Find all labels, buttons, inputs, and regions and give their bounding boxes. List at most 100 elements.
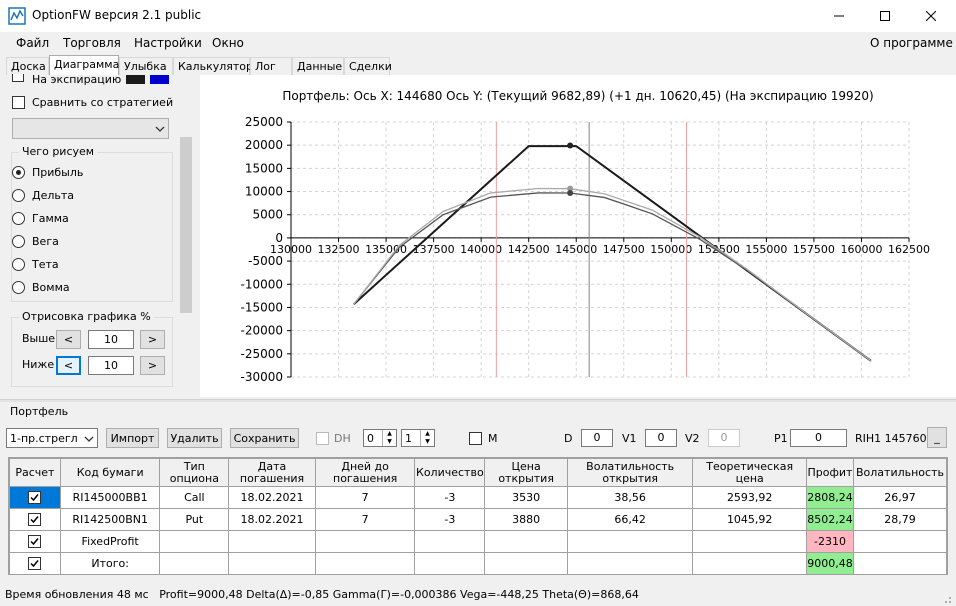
spin1-input[interactable]: 0 ▲ ▼ [363, 429, 397, 447]
minimize-button[interactable] [816, 0, 862, 32]
cell-vol-open[interactable] [566, 552, 694, 574]
strategy-select[interactable]: 1-пр.стрегл [6, 428, 98, 448]
table-row[interactable]: RI142500BN1 Put 18.02.2021 7 -3 3880 66,42 1045… [9, 508, 947, 531]
column-header-10[interactable]: Профит [806, 458, 854, 487]
cell-days[interactable] [314, 552, 416, 574]
checked-icon[interactable] [28, 535, 42, 549]
checked-icon[interactable] [28, 491, 42, 505]
radio-4[interactable] [12, 235, 25, 248]
cell-qty[interactable] [414, 530, 486, 553]
column-header-6[interactable]: Количество [414, 458, 486, 487]
minimize-panel-button[interactable]: _ [927, 427, 947, 448]
column-header-8[interactable]: Волатильность открытия [566, 458, 694, 487]
cell-vol[interactable]: 26,97 [852, 486, 947, 509]
cell-theo[interactable] [692, 530, 807, 553]
cell-vol[interactable]: 28,79 [852, 508, 947, 531]
compare-checkbox[interactable] [12, 96, 25, 109]
table-row[interactable]: Итого: 9000,48 [9, 552, 947, 574]
cell-date[interactable]: 18.02.2021 [228, 486, 316, 509]
menu-window[interactable]: Окно [212, 36, 244, 50]
v2-input[interactable]: 0 [708, 429, 740, 447]
cell-vol-open[interactable] [566, 530, 694, 553]
radio-1[interactable] [12, 166, 25, 179]
cell-date[interactable]: 18.02.2021 [228, 508, 316, 531]
expiration-color-black[interactable] [126, 75, 145, 84]
column-header-3[interactable]: Тип опциона [159, 458, 230, 487]
cell-profit[interactable]: -2310 [806, 530, 854, 553]
tab-smile[interactable]: Улыбка [119, 57, 173, 76]
below-increase-button[interactable]: > [140, 356, 165, 375]
p1-input[interactable]: 0 [790, 429, 847, 447]
column-header-4[interactable]: Дата погашения [228, 458, 316, 487]
cell-days[interactable] [314, 530, 416, 553]
radio-5[interactable] [12, 258, 25, 271]
column-header-1[interactable]: Расчет [9, 458, 61, 487]
tab-data[interactable]: Данные [292, 57, 344, 76]
above-increase-button[interactable]: > [140, 330, 165, 349]
cell-price[interactable] [484, 530, 568, 553]
cell-qty[interactable]: -3 [414, 508, 486, 531]
spin2-input[interactable]: 1 ▲ ▼ [401, 429, 435, 447]
spin2-arrows[interactable]: ▲ ▼ [420, 430, 434, 446]
radio-2[interactable] [12, 189, 25, 202]
cell-date[interactable] [228, 552, 316, 574]
cell-code[interactable]: RI142500BN1 [59, 508, 161, 531]
profit-chart[interactable]: Портфель: Ось X: 144680 Ось Y: (Текущий … [200, 75, 956, 397]
strategy-compare-select[interactable] [12, 118, 169, 139]
close-button[interactable] [908, 0, 954, 32]
spin1-arrows[interactable]: ▲ ▼ [382, 430, 396, 446]
cell-vol-open[interactable]: 66,42 [566, 508, 694, 531]
column-header-9[interactable]: Теоретическая цена [692, 458, 807, 487]
column-header-11[interactable]: Волатильность [852, 458, 947, 487]
cell-days[interactable]: 7 [314, 486, 416, 509]
left-panel-scrollbar[interactable] [178, 75, 194, 397]
m-checkbox[interactable] [469, 432, 482, 445]
cell-theo[interactable]: 2593,92 [692, 486, 807, 509]
radio-3[interactable] [12, 212, 25, 225]
table-row[interactable]: FixedProfit -2310 [9, 530, 947, 553]
column-header-7[interactable]: Цена открытия [484, 458, 568, 487]
cell-profit[interactable]: 2808,24 [806, 486, 854, 509]
above-value-input[interactable]: 10 [88, 330, 134, 349]
cell-code[interactable]: Итого: [59, 552, 161, 574]
checked-icon[interactable] [28, 513, 42, 527]
cell-type[interactable] [159, 530, 230, 553]
cell-vol[interactable] [852, 552, 947, 574]
radio-6[interactable] [12, 281, 25, 294]
cell-theo[interactable]: 1045,92 [692, 508, 807, 531]
above-decrease-button[interactable]: < [56, 330, 81, 349]
cell-vol[interactable] [852, 530, 947, 553]
cell-profit[interactable]: 9000,48 [806, 552, 854, 574]
expiration-color-blue[interactable] [150, 75, 169, 84]
menu-about[interactable]: О программе [870, 36, 953, 50]
v1-input[interactable]: 0 [645, 429, 677, 447]
calc-checkbox-cell[interactable] [9, 530, 61, 553]
calc-checkbox-cell[interactable] [9, 486, 61, 509]
table-row[interactable]: RI145000BB1 Call 18.02.2021 7 -3 3530 38,56 259… [9, 486, 947, 509]
cell-qty[interactable]: -3 [414, 486, 486, 509]
expiration-checkbox[interactable] [12, 74, 24, 82]
delete-button[interactable]: Удалить [167, 428, 222, 448]
tab-deals[interactable]: Сделки [344, 57, 392, 76]
save-button[interactable]: Сохранить [230, 428, 299, 448]
below-value-input[interactable]: 10 [88, 356, 134, 375]
cell-type[interactable]: Call [159, 486, 230, 509]
tab-log[interactable]: Лог [250, 57, 292, 76]
cell-date[interactable] [228, 530, 316, 553]
cell-code[interactable]: FixedProfit [59, 530, 161, 553]
menu-file[interactable]: Файл [16, 36, 49, 50]
cell-days[interactable]: 7 [314, 508, 416, 531]
cell-type[interactable] [159, 552, 230, 574]
maximize-button[interactable] [862, 0, 908, 32]
column-header-5[interactable]: Дней до погашения [314, 458, 416, 487]
menu-settings[interactable]: Настройки [134, 36, 202, 50]
calc-checkbox-cell[interactable] [9, 508, 61, 531]
cell-price[interactable] [484, 552, 568, 574]
calc-checkbox-cell[interactable] [9, 552, 61, 574]
resize-grip-icon[interactable] [940, 592, 952, 604]
tab-calculator[interactable]: Калькулятор [173, 57, 253, 76]
cell-theo[interactable] [692, 552, 807, 574]
cell-price[interactable]: 3530 [484, 486, 568, 509]
d-input[interactable]: 0 [581, 429, 613, 447]
cell-type[interactable]: Put [159, 508, 230, 531]
